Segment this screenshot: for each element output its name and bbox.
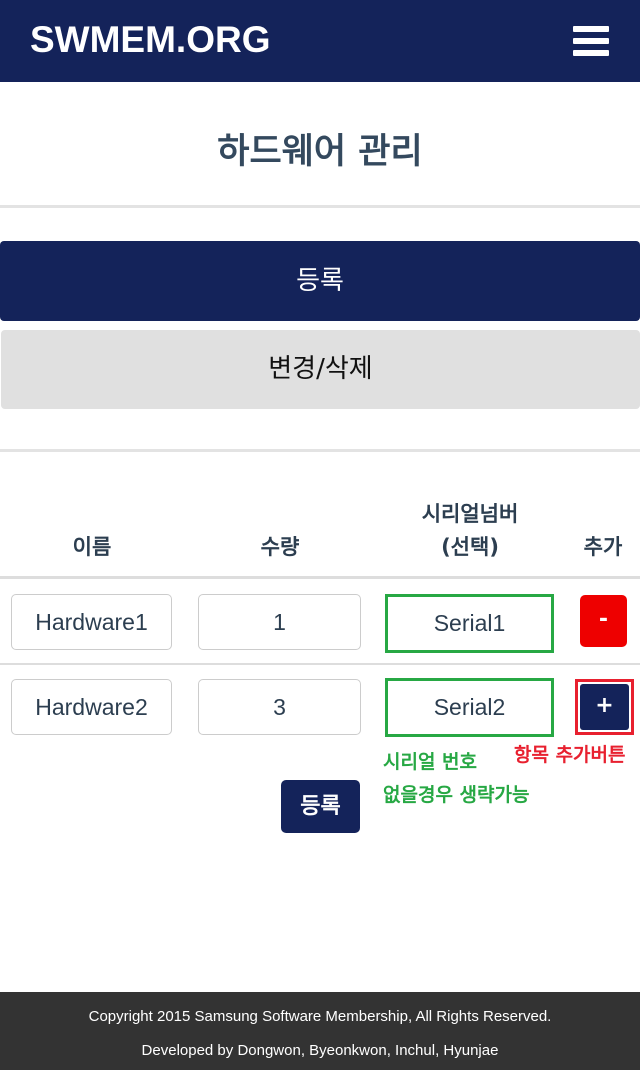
quantity-input[interactable]: 3 [198,679,361,735]
footer-copyright: Copyright 2015 Samsung Software Membersh… [88,1008,552,1025]
page-title: 하드웨어 관리 [217,132,423,172]
brand-logo[interactable]: SWMEM.ORG [30,18,270,62]
navbar: SWMEM.ORG [0,0,640,82]
remove-row-button[interactable]: - [580,595,627,647]
footer: Copyright 2015 Samsung Software Membersh… [0,992,640,1070]
divider [0,205,640,208]
hamburger-icon[interactable] [573,26,609,56]
serial-input[interactable]: Serial2 [385,678,554,737]
table-header-divider [0,576,640,579]
column-header-serial: 시리얼넘버 [421,502,519,526]
add-row-button[interactable]: + [580,684,629,730]
column-header-serial-optional: (선택) [441,535,499,559]
add-button-note: 항목 추가버튼 [514,744,626,766]
serial-input[interactable]: Serial1 [385,594,554,653]
submit-button[interactable]: 등록 [281,780,360,833]
serial-note: 시리얼 번호 [383,751,478,773]
hardware-name-input[interactable]: Hardware1 [11,594,172,650]
edit-delete-tab-button[interactable]: 변경/삭제 [1,330,640,409]
serial-note: 없을경우 생략가능 [383,784,530,806]
divider [0,449,640,452]
hardware-name-input[interactable]: Hardware2 [11,679,172,735]
footer-credits: Developed by Dongwon, Byeonkwon, Inchul,… [141,1042,499,1059]
column-header-name: 이름 [72,535,112,559]
register-tab-button[interactable]: 등록 [0,241,640,321]
table-row-divider [0,663,640,665]
quantity-input[interactable]: 1 [198,594,361,650]
column-header-quantity: 수량 [260,535,300,559]
column-header-add: 추가 [583,535,623,559]
